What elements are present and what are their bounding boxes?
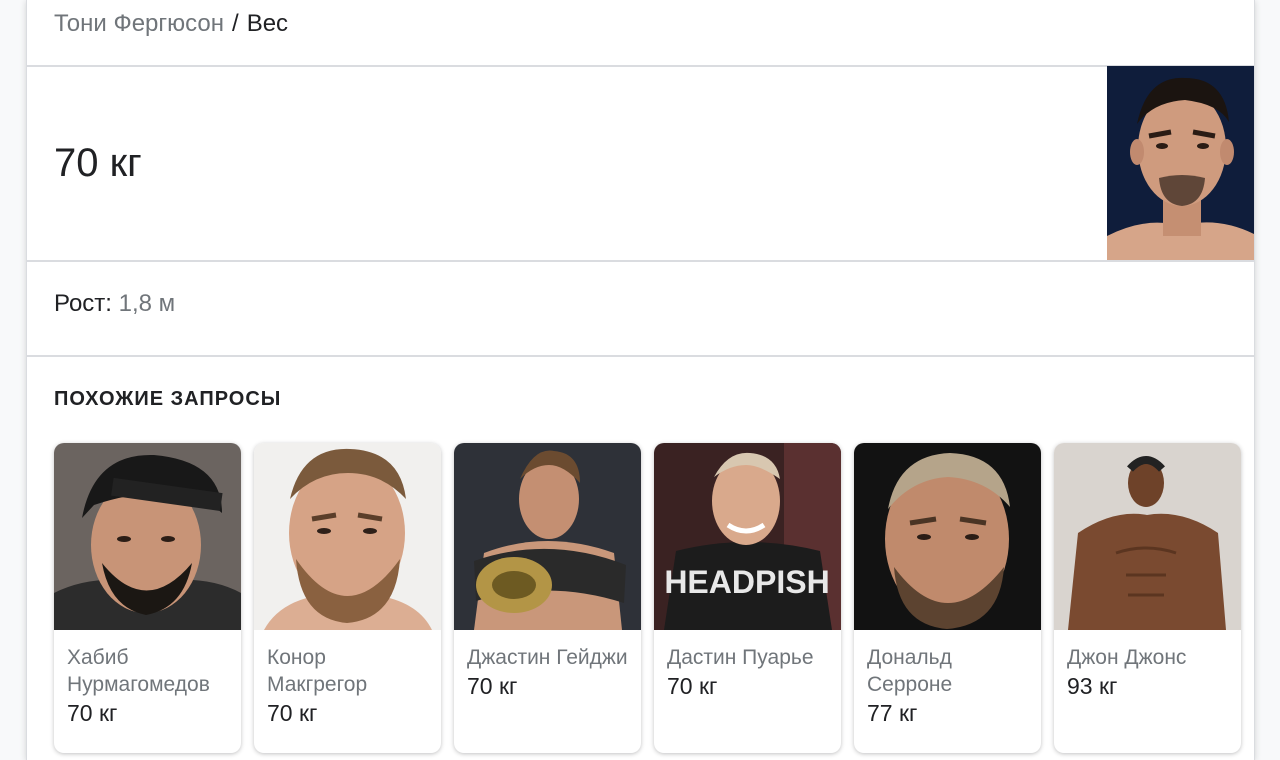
fighter-thumbnail <box>254 443 441 630</box>
related-card-gaethje[interactable]: Джастин Гейджи 70 кг <box>454 443 641 753</box>
divider <box>27 260 1254 262</box>
fighter-thumbnail <box>54 443 241 630</box>
fighter-thumbnail <box>454 443 641 630</box>
fighter-thumbnail <box>854 443 1041 630</box>
breadcrumb-separator: / <box>232 10 239 37</box>
height-row: Рост: 1,8 м <box>54 290 175 318</box>
svg-text:HEADPISH: HEADPISH <box>664 564 829 600</box>
divider <box>27 355 1254 357</box>
fighter-weight: 70 кг <box>267 700 318 726</box>
breadcrumb: Тони Фергюсон / Вес <box>54 10 288 38</box>
fighter-thumbnail <box>1054 443 1241 630</box>
related-card-poirier[interactable]: HEADPISH Дастин Пуарье 70 кг <box>654 443 841 753</box>
related-searches-title: ПОХОЖИЕ ЗАПРОСЫ <box>54 388 282 410</box>
breadcrumb-parent-link[interactable]: Тони Фергюсон <box>54 10 224 37</box>
height-label: Рост: <box>54 290 112 317</box>
related-card-jones[interactable]: Джон Джонс 93 кг <box>1054 443 1241 753</box>
related-card-cerrone[interactable]: Дональд Серроне 77 кг <box>854 443 1041 753</box>
fighter-weight: 70 кг <box>67 700 118 726</box>
fighter-name: Дастин Пуарье <box>667 646 814 669</box>
fighter-weight: 70 кг <box>467 673 518 699</box>
fighter-name: Дональд Серроне <box>867 646 953 696</box>
related-card-khabib[interactable]: Хабиб Нурмагомедов 70 кг <box>54 443 241 753</box>
breadcrumb-current: Вес <box>246 10 289 37</box>
fighter-weight: 70 кг <box>667 673 718 699</box>
fighter-weight: 93 кг <box>1067 673 1118 699</box>
fighter-name: Конор Макгрегор <box>267 646 368 696</box>
fighter-thumbnail: HEADPISH <box>654 443 841 630</box>
fighter-name: Джон Джонс <box>1067 646 1187 669</box>
fighter-weight: 77 кг <box>867 700 918 726</box>
height-value-link[interactable]: 1,8 м <box>119 290 176 317</box>
weight-answer: 70 кг <box>54 141 142 185</box>
fighter-photo[interactable] <box>1107 66 1254 261</box>
fighter-name: Джастин Гейджи <box>467 646 628 669</box>
knowledge-card: Тони Фергюсон / Вес 70 кг Рост: 1,8 м ПОХО… <box>26 0 1255 760</box>
divider <box>27 65 1254 67</box>
related-card-mcgregor[interactable]: Конор Макгрегор 70 кг <box>254 443 441 753</box>
fighter-name: Хабиб Нурмагомедов <box>67 646 210 696</box>
